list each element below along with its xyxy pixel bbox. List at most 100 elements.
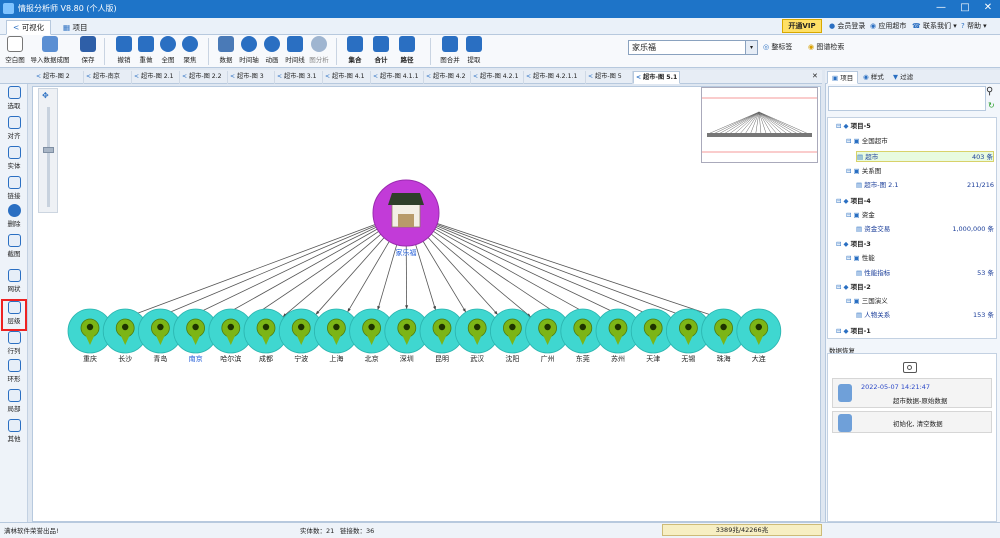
app-market-link[interactable]: ◉ 应用超市 [870,18,906,35]
focus-button[interactable]: 聚焦 [180,36,200,64]
path-button[interactable]: 路径 [396,36,418,64]
save-button[interactable]: 保存 [78,36,98,64]
tree-folder[interactable]: ⊟ ▣ 资金 [846,210,994,221]
graph-analysis-button[interactable]: 图分析 [308,36,330,64]
graph-merge-button[interactable]: 图合并 [438,36,462,64]
doc-tab[interactable]: 超市-图 4.1.1 [371,71,424,84]
doc-tab[interactable]: 超市-图 3.1 [275,71,323,84]
doc-tab[interactable]: 超市-图 2 [34,71,84,84]
extract-button[interactable]: 提取 [464,36,484,64]
timeline-button[interactable]: 时间线 [284,36,306,64]
set-button[interactable]: 集合 [344,36,366,64]
tab-project-panel[interactable]: ▣ 项目 [827,71,859,84]
doc-tab[interactable]: 超市-图 4.2.1.1 [524,71,586,84]
link-line[interactable] [282,233,382,318]
restore-card[interactable]: 2022-05-07 14:21:47 超市数据-原始数据 [832,378,992,408]
tree-item[interactable]: ▤ 超市-图 2.1 211/216 [856,180,994,191]
graph-search-button[interactable]: ◉ 图谱检索 [808,39,844,56]
member-login-link[interactable]: ● 会员登录 [829,18,865,35]
doc-tab[interactable]: 超市-南京 [84,71,132,84]
minimize-button[interactable]: — [930,1,952,15]
animation-button[interactable]: 动画 [262,36,282,64]
sum-button[interactable]: 合计 [370,36,392,64]
tree-project[interactable]: ⊟ ◆ 项目-1 [836,326,994,337]
link-line[interactable] [180,226,377,322]
restore-card[interactable]: 初始化, 清空数据 [832,411,992,433]
label-search-button[interactable]: ◎ 整标签 [763,39,792,56]
left-tool-button[interactable]: 环形 [1,359,27,383]
panel-search-input[interactable] [828,86,986,111]
graph-svg[interactable]: 重庆 长沙 青岛 南京 哈尔滨 成都 宁波 上海 北京 深圳 昆明 武汉 沈阳 广州 东莞 苏州 天津 无锡 珠海 大… [32,86,822,522]
left-tool-button[interactable]: 链接 [1,176,27,200]
vip-button[interactable]: 开通VIP [782,19,822,33]
timeaxis-button[interactable]: 时间轴 [238,36,260,64]
link-line[interactable] [248,231,379,320]
maximize-button[interactable]: □ [954,1,976,15]
tree-item[interactable]: ▤ 超市 403 条 [856,151,994,162]
left-tool-button[interactable]: 层级 [1,299,27,331]
left-tool-button[interactable]: 实体 [1,146,27,170]
close-tab-icon[interactable]: ✕ [812,72,818,80]
link-line[interactable] [436,224,704,324]
link-line[interactable] [434,228,599,321]
link-line[interactable] [377,244,398,310]
new-blank-button[interactable]: 空白图 [4,36,26,64]
tree-item[interactable]: ▤ 性能指标 53 条 [856,268,994,279]
left-tool-button[interactable]: 对齐 [1,116,27,140]
left-tool-button[interactable]: 网状 [1,269,27,293]
close-button[interactable]: ✕ [977,1,999,15]
left-tool-button[interactable]: 截图 [1,234,27,258]
search-icon[interactable]: ⚲ [986,86,993,97]
tree-folder[interactable]: ⊟ ▣ 全国超市 [846,136,994,147]
left-tool-button[interactable]: 局部 [1,389,27,413]
tab-project[interactable]: ▦ 项目 [56,20,94,35]
contact-link[interactable]: ☎ 联系我们 ▾ [912,18,957,35]
tree-project[interactable]: ⊟ ◆ 项目-3 [836,239,994,250]
left-tool-button[interactable]: 行列 [1,331,27,355]
link-line[interactable] [431,233,531,318]
tree-project[interactable]: ⊟ ◆ 项目-2 [836,282,994,293]
link-line[interactable] [436,225,669,323]
tree-folder[interactable]: ⊟ ▣ 关系图 [846,166,994,177]
tab-visualization[interactable]: < 可视化 [6,20,52,35]
camera-icon[interactable] [903,362,917,373]
tab-style[interactable]: ◉ 样式 [859,71,888,84]
link-line[interactable] [437,223,739,325]
data-button[interactable]: 数据 [216,36,236,64]
link-line[interactable] [422,241,467,313]
fit-all-button[interactable]: 全图 [158,36,178,64]
tree-project[interactable]: ⊟ ◆ 项目-4 [836,196,994,207]
doc-tab[interactable]: 超市-图 4.1 [323,71,371,84]
tab-filter[interactable]: ▼ 过滤 [889,71,917,84]
tree-project[interactable]: ⊟ ◆ 项目-5 [836,121,994,132]
tree-folder[interactable]: ⊟ ▣ 性能 [846,253,994,264]
doc-tab[interactable]: 超市-图 2.1 [132,71,180,84]
link-line[interactable] [145,225,376,323]
link-line[interactable] [427,237,498,315]
refresh-icon[interactable]: ↻ [988,101,995,110]
link-line[interactable] [415,244,436,311]
search-combo[interactable]: 家乐福 ▾ [628,40,758,55]
link-line[interactable] [347,241,390,313]
link-line[interactable] [315,237,385,315]
tree-folder[interactable]: ⊟ ▣ 三国演义 [846,296,994,307]
undo-button[interactable]: 撤销 [114,36,134,64]
redo-button[interactable]: 重做 [136,36,156,64]
doc-tab[interactable]: 超市-图 5 [586,71,633,84]
doc-tab[interactable]: 超市-图 4.2.1 [471,71,524,84]
doc-tab[interactable]: 超市-图 3 [228,71,275,84]
link-line[interactable] [110,224,376,324]
doc-tab[interactable]: 超市-图 5.1 [633,71,680,84]
left-tool-button[interactable]: 选取 [1,86,27,110]
import-data-button[interactable]: 导入数据成图 [28,36,72,64]
chevron-down-icon[interactable]: ▾ [745,41,757,54]
help-link[interactable]: ? 帮助 ▾ [961,18,987,35]
tree-item[interactable]: ▤ 人物关系 153 条 [856,310,994,321]
link-line[interactable] [435,226,634,322]
doc-tab[interactable]: 超市-图 4.2 [424,71,471,84]
left-tool-button[interactable]: 其他 [1,419,27,443]
link-line[interactable] [214,228,378,321]
tree-item[interactable]: ▤ 资金交易 1,000,000 条 [856,224,994,235]
left-tool-button[interactable]: 删除 [1,204,27,228]
doc-tab[interactable]: 超市-图 2.2 [180,71,228,84]
